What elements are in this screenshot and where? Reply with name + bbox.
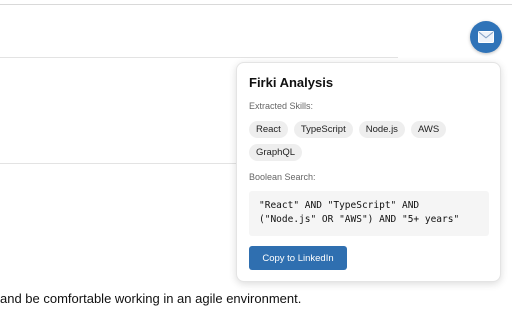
section-divider-lower [0,163,240,164]
skill-chip: Node.js [358,121,405,138]
firki-analysis-panel: Firki Analysis Extracted Skills: React Ty… [236,62,501,282]
skill-chip: React [249,121,288,138]
boolean-search-label: Boolean Search: [249,172,316,182]
top-divider [0,4,512,5]
skill-chip: TypeScript [293,121,353,138]
skills-chip-list: React TypeScript Node.js AWS GraphQL [249,121,479,161]
extracted-skills-label: Extracted Skills: [249,101,314,111]
copy-to-linkedin-button[interactable]: Copy to LinkedIn [249,246,347,270]
firki-launcher-button[interactable] [470,21,502,53]
skill-chip: GraphQL [249,144,303,161]
job-description-text: and be comfortable working in an agile e… [0,291,302,306]
section-divider [0,57,398,58]
panel-title: Firki Analysis [249,75,334,90]
skill-chip: AWS [410,121,447,138]
boolean-search-query[interactable]: "React" AND "TypeScript" AND ("Node.js" … [249,191,489,236]
envelope-icon [478,31,494,43]
